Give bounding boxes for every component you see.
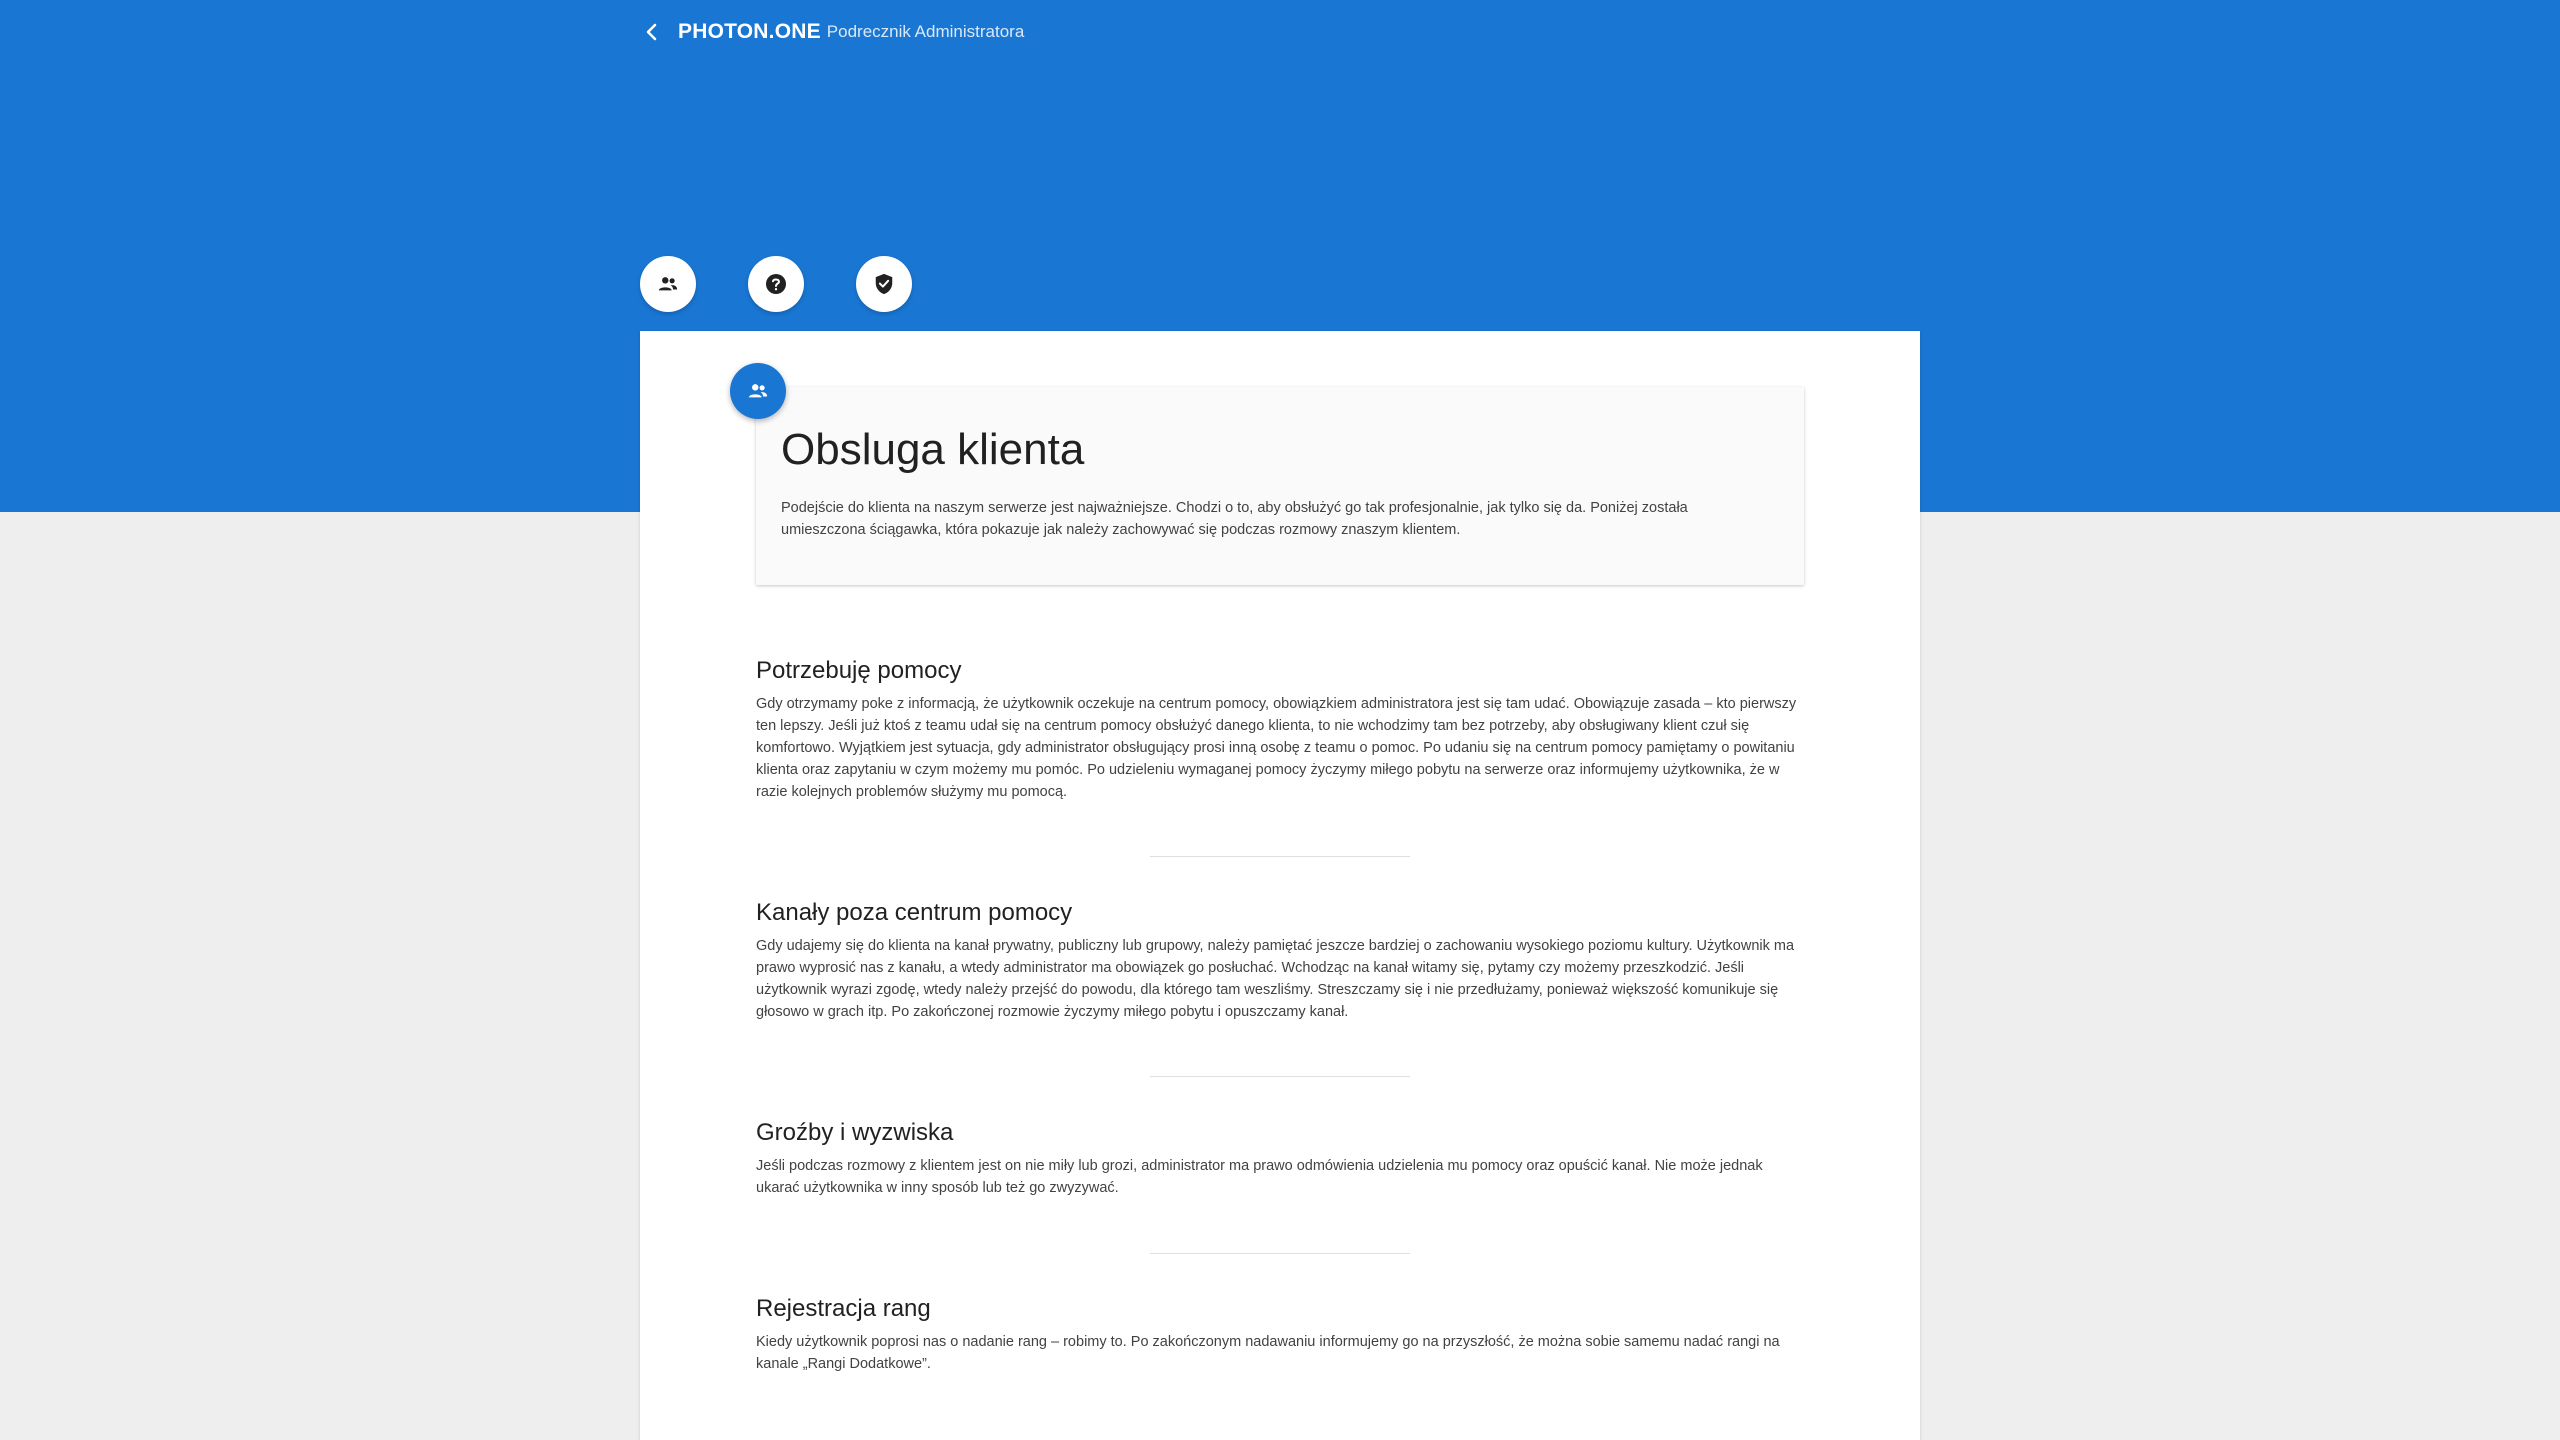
intro-panel: Obsluga klienta Podejście do klienta na …: [756, 387, 1804, 585]
section-divider: [1150, 1076, 1410, 1077]
brand-subtitle: Podrecznik Administratora: [826, 22, 1025, 41]
section-title: Potrzebuję pomocy: [756, 657, 962, 684]
section-title: Rejestracja rang: [756, 1295, 931, 1322]
section-title: Groźby i wyzwiska: [756, 1119, 954, 1146]
section-rank-registration: Rejestracja rang Kiedy użytkownik popros…: [756, 1295, 1804, 1375]
section-threats: Groźby i wyzwiska Jeśli podczas rozmowy …: [756, 1119, 1804, 1199]
chevron-left-icon: [646, 23, 657, 41]
section-divider: [1150, 856, 1410, 857]
help-circle-icon: [766, 274, 786, 294]
section-text: Jeśli podczas rozmowy z klientem jest on…: [756, 1158, 1763, 1196]
shield-check-icon: [875, 273, 893, 295]
content-card: Obsluga klienta Podejście do klienta na …: [640, 331, 1920, 1440]
tab-customer-service[interactable]: [640, 256, 696, 312]
back-button[interactable]: [640, 14, 664, 50]
top-bar: PHOTON.ONE Podrecznik Administratora: [640, 14, 1024, 50]
section-other-channels: Kanały poza centrum pomocy Gdy udajemy s…: [756, 899, 1804, 1023]
section-badge: [730, 363, 786, 419]
people-icon: [658, 277, 678, 291]
brand-name[interactable]: PHOTON.ONE: [678, 20, 821, 44]
tab-rules[interactable]: [856, 256, 912, 312]
section-title: Kanały poza centrum pomocy: [756, 899, 1073, 926]
section-tabs: [640, 256, 964, 312]
section-divider: [1150, 1253, 1410, 1254]
section-text: Kiedy użytkownik poprosi nas o nadanie r…: [756, 1334, 1780, 1372]
page-title: Obsluga klienta: [781, 425, 1085, 474]
tab-help[interactable]: [748, 256, 804, 312]
section-text: Gdy otrzymamy poke z informacją, że użyt…: [756, 696, 1797, 800]
people-icon: [748, 384, 768, 398]
section-text: Gdy udajemy się do klienta na kanał pryw…: [756, 938, 1795, 1020]
section-help-request: Potrzebuję pomocy Gdy otrzymamy poke z i…: [756, 657, 1804, 803]
intro-text: Podejście do klienta na naszym serwerze …: [781, 500, 1688, 538]
